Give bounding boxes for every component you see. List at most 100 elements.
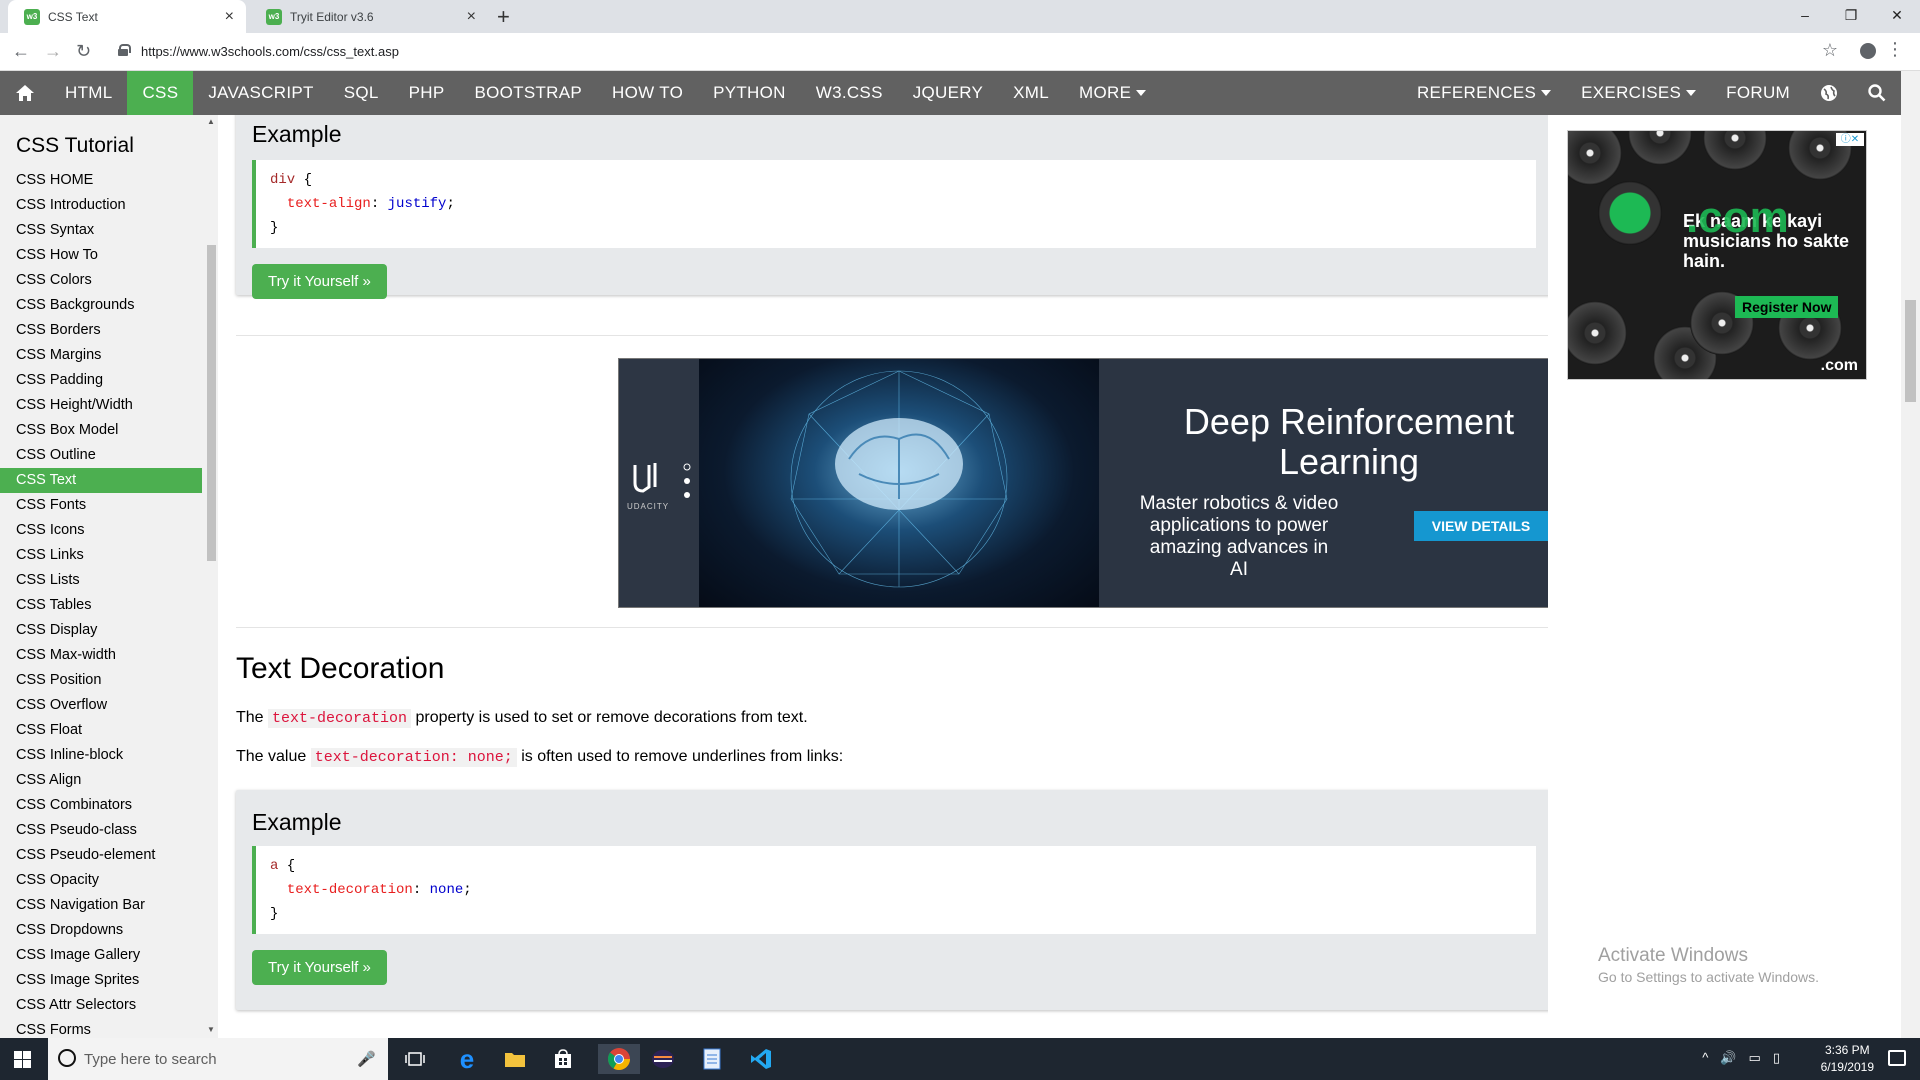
sidebar-item-css-pseudo-class[interactable]: CSS Pseudo-class [0,818,202,843]
sidebar-item-css-max-width[interactable]: CSS Max-width [0,643,202,668]
sidebar-item-css-dropdowns[interactable]: CSS Dropdowns [0,918,202,943]
sidebar-item-css-position[interactable]: CSS Position [0,668,202,693]
microphone-icon[interactable]: 🎤 [357,1050,376,1068]
reload-icon[interactable]: ↻ [76,41,91,62]
inline-code: text-decoration: none; [310,748,517,767]
nav-jquery[interactable]: JQUERY [898,71,998,115]
nav-references[interactable]: REFERENCES [1402,71,1566,115]
sidebar-item-css-links[interactable]: CSS Links [0,543,202,568]
sidebar-item-css-image-gallery[interactable]: CSS Image Gallery [0,943,202,968]
sidebar-item-css-align[interactable]: CSS Align [0,768,202,793]
windows-start-icon[interactable] [14,1051,31,1068]
sidebar-item-css-backgrounds[interactable]: CSS Backgrounds [0,293,202,318]
sidebar-item-css-lists[interactable]: CSS Lists [0,568,202,593]
sidebar-item-css-opacity[interactable]: CSS Opacity [0,868,202,893]
url-field[interactable]: https://www.w3schools.com/css/css_text.a… [141,44,399,59]
notepad-icon[interactable] [697,1044,727,1074]
tab-css-text[interactable]: w3 CSS Text × [8,0,246,33]
try-it-yourself-button[interactable]: Try it Yourself » [252,950,387,985]
vscode-icon[interactable] [746,1044,776,1074]
try-it-yourself-button[interactable]: Try it Yourself » [252,264,387,299]
sidebar-item-css-navigation-bar[interactable]: CSS Navigation Bar [0,893,202,918]
sidebar-item-css-image-sprites[interactable]: CSS Image Sprites [0,968,202,993]
menu-kebab-icon[interactable]: ⋮ [1886,39,1904,60]
scroll-up-arrow-icon[interactable]: ▲ [207,117,215,126]
close-window-icon[interactable]: ✕ [1874,0,1920,30]
restore-icon[interactable]: ❐ [1828,0,1874,30]
file-explorer-icon[interactable] [500,1044,530,1074]
nav-exercises[interactable]: EXERCISES [1566,71,1711,115]
sidebar-item-css-display[interactable]: CSS Display [0,618,202,643]
minimize-icon[interactable]: – [1782,0,1828,30]
sidebar-item-css-home[interactable]: CSS HOME [0,168,202,193]
nav-python[interactable]: PYTHON [698,71,801,115]
show-hidden-icons-icon[interactable]: ^ [1702,1050,1708,1066]
nav-how-to[interactable]: HOW TO [597,71,698,115]
nav-more[interactable]: MORE [1064,71,1161,115]
page-scrollbar-thumb[interactable] [1905,300,1916,402]
register-now-button[interactable]: Register Now [1735,296,1839,318]
search-icon[interactable] [1853,71,1901,115]
sidebar-item-css-icons[interactable]: CSS Icons [0,518,202,543]
sidebar-item-css-colors[interactable]: CSS Colors [0,268,202,293]
chrome-icon[interactable] [598,1044,640,1074]
profile-icon[interactable] [1860,43,1876,59]
sidebar-item-css-text[interactable]: CSS Text [0,468,202,493]
sidebar-scrollbar[interactable] [207,245,216,561]
nav-javascript[interactable]: JAVASCRIPT [193,71,328,115]
editor-app-icon[interactable] [648,1044,678,1074]
sidebar-item-css-how-to[interactable]: CSS How To [0,243,202,268]
nav-forum[interactable]: FORUM [1711,71,1805,115]
sidebar-item-css-borders[interactable]: CSS Borders [0,318,202,343]
sidebar-item-css-pseudo-element[interactable]: CSS Pseudo-element [0,843,202,868]
sidebar-item-css-margins[interactable]: CSS Margins [0,343,202,368]
scroll-down-arrow-icon[interactable]: ▼ [207,1025,215,1034]
sidebar-item-css-float[interactable]: CSS Float [0,718,202,743]
store-icon[interactable] [548,1044,578,1074]
sidebar-item-css-syntax[interactable]: CSS Syntax [0,218,202,243]
edge-browser-icon[interactable]: e [452,1044,482,1074]
nav-xml[interactable]: XML [998,71,1064,115]
sidebar-item-css-padding[interactable]: CSS Padding [0,368,202,393]
system-clock[interactable]: 3:36 PM 6/19/2019 [1821,1042,1874,1076]
nav-php[interactable]: PHP [394,71,460,115]
action-center-icon[interactable] [1888,1050,1906,1066]
udacity-ad-banner[interactable]: UDACITY Deep Reinforcement Learning Mast… [618,358,1548,608]
notification-flag-icon[interactable]: ▯ [1773,1050,1780,1066]
side-ad-banner[interactable]: Ek naam ke kayi musicians ho sakte hain.… [1567,130,1867,380]
page-scrollbar[interactable] [1901,71,1920,1038]
example-heading: Example [252,809,342,835]
nav-sql[interactable]: SQL [329,71,394,115]
sidebar-item-css-introduction[interactable]: CSS Introduction [0,193,202,218]
sidebar-item-css-outline[interactable]: CSS Outline [0,443,202,468]
adchoices-close-icon[interactable]: ⓘ✕ [1836,133,1864,146]
nav-w3css[interactable]: W3.CSS [801,71,898,115]
tab-tryit-editor[interactable]: w3 Tryit Editor v3.6 × [250,0,488,33]
sidebar-item-css-height-width[interactable]: CSS Height/Width [0,393,202,418]
sidebar-item-css-tables[interactable]: CSS Tables [0,593,202,618]
back-icon[interactable]: ← [12,41,30,62]
view-details-button[interactable]: VIEW DETAILS [1414,511,1548,541]
sidebar-item-css-combinators[interactable]: CSS Combinators [0,793,202,818]
sidebar-item-css-fonts[interactable]: CSS Fonts [0,493,202,518]
bookmark-star-icon[interactable]: ☆ [1822,40,1838,61]
ad-headline: Deep Reinforcement Learning [1183,401,1515,482]
sidebar-item-css-overflow[interactable]: CSS Overflow [0,693,202,718]
sidebar-item-css-forms[interactable]: CSS Forms [0,1018,202,1038]
globe-icon[interactable] [1805,71,1853,115]
close-tab-icon[interactable]: × [225,8,234,26]
new-tab-icon[interactable]: + [497,4,510,30]
task-view-icon[interactable] [400,1044,430,1074]
nav-css[interactable]: CSS [127,71,194,115]
sidebar-item-css-attr-selectors[interactable]: CSS Attr Selectors [0,993,202,1018]
taskbar-search-input[interactable]: Type here to search 🎤 [48,1038,388,1080]
nav-html[interactable]: HTML [50,71,127,115]
forward-icon[interactable]: → [44,41,62,62]
close-tab-icon[interactable]: × [467,8,476,26]
sidebar-item-css-inline-block[interactable]: CSS Inline-block [0,743,202,768]
home-icon[interactable] [0,71,50,115]
volume-icon[interactable]: 🔊 [1720,1050,1736,1066]
sidebar-item-css-box-model[interactable]: CSS Box Model [0,418,202,443]
nav-bootstrap[interactable]: BOOTSTRAP [459,71,597,115]
network-icon[interactable]: ▭ [1749,1050,1761,1066]
